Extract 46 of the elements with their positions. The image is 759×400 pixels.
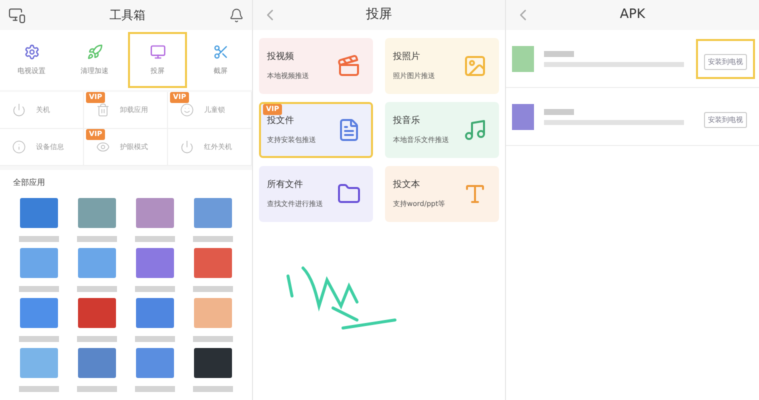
card-title: 投文件 <box>267 115 295 128</box>
blurred-label <box>135 236 175 242</box>
bell-icon[interactable] <box>229 8 244 22</box>
blurred-label <box>19 286 59 292</box>
blurred-label <box>193 386 233 392</box>
blurred-label <box>193 286 233 292</box>
card-title: 投视频 <box>267 51 295 64</box>
card-title: 投音乐 <box>393 115 421 128</box>
clapperboard-icon <box>337 54 361 78</box>
blurred-label <box>19 336 59 342</box>
monitor-icon <box>150 44 166 60</box>
section-title: 全部应用 <box>13 177 45 189</box>
blurred-label <box>19 236 59 242</box>
blurred-label <box>135 386 175 392</box>
card-title: 投文本 <box>393 179 421 192</box>
panel-title: APK <box>620 6 646 24</box>
blurred-label <box>77 236 117 242</box>
gear-icon <box>24 44 40 60</box>
blurred-label <box>544 50 574 56</box>
blurred-label <box>193 236 233 242</box>
smiley-icon <box>180 103 194 117</box>
blurred-label <box>19 386 59 392</box>
text-icon <box>463 182 487 206</box>
image-icon <box>463 54 487 78</box>
blurred-label <box>77 386 117 392</box>
panel-title: 投屏 <box>366 6 392 24</box>
devices-icon[interactable] <box>8 6 26 24</box>
panel-title: 工具箱 <box>110 7 146 24</box>
blurred-label <box>135 336 175 342</box>
blurred-label <box>77 286 117 292</box>
card-title: 投照片 <box>393 51 421 64</box>
power-icon <box>12 103 26 117</box>
info-icon <box>12 140 26 154</box>
folder-icon <box>337 182 361 206</box>
power-icon <box>180 140 194 154</box>
trash-icon <box>96 103 110 117</box>
blurred-label <box>193 336 233 342</box>
blurred-label <box>135 286 175 292</box>
document-icon <box>337 118 361 142</box>
eye-icon <box>96 140 110 154</box>
scissors-icon <box>212 44 228 60</box>
blurred-label <box>544 108 574 114</box>
rocket-icon <box>86 44 102 60</box>
music-icon <box>463 118 487 142</box>
card-title: 所有文件 <box>267 179 304 192</box>
blurred-label <box>77 336 117 342</box>
